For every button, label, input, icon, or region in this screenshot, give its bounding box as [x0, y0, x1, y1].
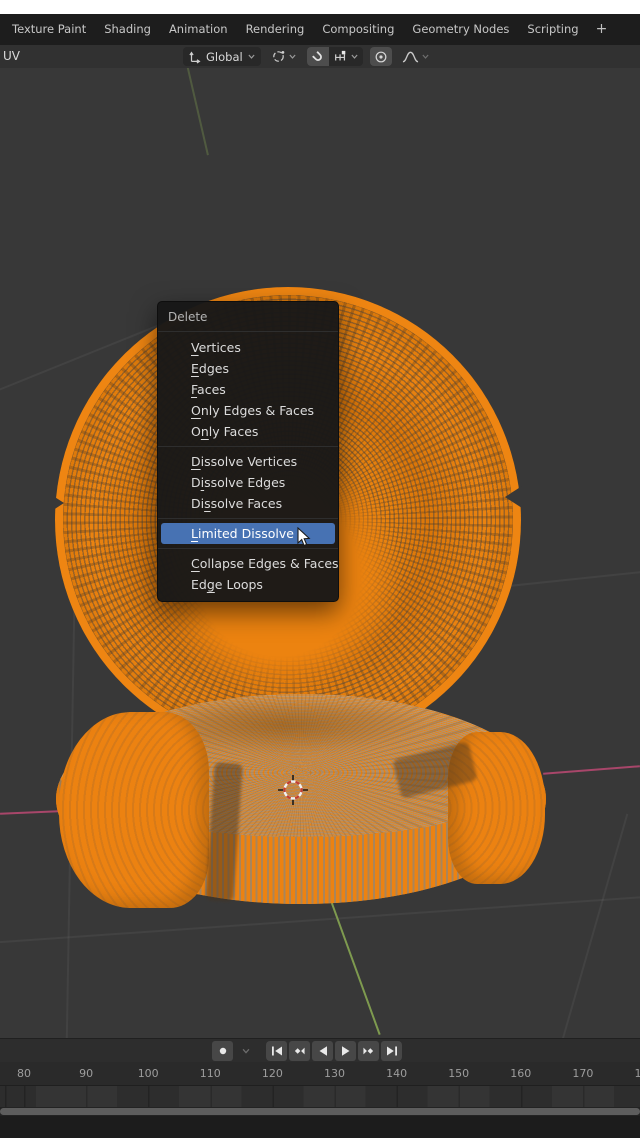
transform-orientation-dropdown[interactable]: Global — [183, 47, 261, 66]
pivot-point-icon — [271, 49, 286, 64]
workspace-tab-geometry-nodes[interactable]: Geometry Nodes — [403, 14, 518, 45]
blender-window: Texture PaintShadingAnimationRenderingCo… — [0, 0, 640, 1138]
mouse-cursor — [297, 527, 312, 548]
menu-group: Dissolve VerticesDissolve EdgesDissolve … — [158, 446, 338, 514]
auto-keying-record-button[interactable] — [212, 1041, 233, 1061]
menu-item-dissolve-edges[interactable]: Dissolve Edges — [158, 472, 338, 493]
play-forward-button[interactable] — [335, 1041, 356, 1061]
snap-target-dropdown[interactable] — [329, 47, 363, 66]
workspace-tab-rendering[interactable]: Rendering — [237, 14, 314, 45]
frame-label-150: 150 — [448, 1062, 469, 1086]
menu-item-vertices[interactable]: Vertices — [158, 337, 338, 358]
workspace-tab-scripting[interactable]: Scripting — [518, 14, 587, 45]
menu-item-dissolve-vertices[interactable]: Dissolve Vertices — [158, 451, 338, 472]
add-workspace-button[interactable]: + — [588, 14, 616, 45]
workspace-tab-animation[interactable]: Animation — [160, 14, 237, 45]
menu-group: Collapse Edges & FacesEdge Loops — [158, 548, 338, 595]
workspace-tabs: Texture PaintShadingAnimationRenderingCo… — [3, 14, 588, 45]
editor-type-label: UV — [3, 49, 20, 63]
menu-item-only-faces[interactable]: Only Faces — [158, 421, 338, 442]
context-menu-title: Delete — [158, 302, 338, 332]
frame-label-160: 160 — [510, 1062, 531, 1086]
chevron-down-icon — [421, 52, 430, 61]
grid-line — [544, 814, 628, 1038]
bottom-panel — [0, 1116, 640, 1138]
chevron-down-icon — [288, 52, 297, 61]
play-reverse-button[interactable] — [312, 1041, 333, 1061]
snap-increment-icon — [333, 50, 348, 64]
proportional-editing-toggle[interactable] — [370, 47, 392, 66]
y-axis-line — [186, 68, 209, 155]
frame-label-120: 120 — [262, 1062, 283, 1086]
3d-cursor — [273, 770, 313, 810]
menu-item-dissolve-faces[interactable]: Dissolve Faces — [158, 493, 338, 514]
timeline-scrollbar[interactable] — [0, 1107, 640, 1116]
previous-keyframe-button[interactable] — [289, 1041, 310, 1061]
menu-item-edges[interactable]: Edges — [158, 358, 338, 379]
context-menu-items: VerticesEdgesFacesOnly Edges & FacesOnly… — [158, 332, 338, 601]
delete-context-menu: Delete VerticesEdgesFacesOnly Edges & Fa… — [157, 301, 339, 602]
menu-item-only-edges-faces[interactable]: Only Edges & Faces — [158, 400, 338, 421]
workspace-tabbar: Texture PaintShadingAnimationRenderingCo… — [0, 14, 640, 45]
orientation-value: Global — [206, 50, 243, 64]
menu-item-collapse-edges-faces[interactable]: Collapse Edges & Faces — [158, 553, 338, 574]
3d-viewport[interactable]: Delete VerticesEdgesFacesOnly Edges & Fa… — [0, 68, 640, 1038]
y-axis-line — [331, 903, 380, 1035]
mesh-notch — [47, 492, 64, 514]
x-axis-line — [543, 765, 640, 774]
menu-item-edge-loops[interactable]: Edge Loops — [158, 574, 338, 595]
timeline-ruler[interactable]: 80 90 100 110 120 130 140 150 160 170 180 — [0, 1062, 640, 1086]
frame-label-100: 100 — [138, 1062, 159, 1086]
pivot-point-dropdown[interactable] — [268, 47, 300, 66]
snap-toggle-button[interactable] — [307, 47, 329, 66]
falloff-curve-icon — [402, 50, 419, 64]
menu-group: VerticesEdgesFacesOnly Edges & FacesOnly… — [158, 337, 338, 442]
proportional-editing-icon — [374, 50, 388, 64]
mesh-notch — [505, 486, 522, 508]
viewport-header: UV Global — [0, 45, 640, 68]
playback-controls — [212, 1041, 402, 1061]
jump-to-end-button[interactable] — [381, 1041, 402, 1061]
timeline-channel-strip[interactable] — [0, 1086, 640, 1107]
proportional-falloff-dropdown[interactable] — [399, 47, 433, 66]
snapping-controls — [307, 47, 363, 66]
frame-label-130: 130 — [324, 1062, 345, 1086]
scrollbar-thumb[interactable] — [0, 1108, 640, 1115]
menu-item-faces[interactable]: Faces — [158, 379, 338, 400]
keying-set-dropdown[interactable] — [235, 1041, 256, 1061]
next-keyframe-button[interactable] — [358, 1041, 379, 1061]
frame-label-90: 90 — [79, 1062, 93, 1086]
base-lug-left — [59, 712, 209, 908]
letterbox-top — [0, 0, 640, 14]
timeline-header — [0, 1038, 640, 1062]
frame-label-110: 110 — [200, 1062, 221, 1086]
orientation-axes-icon — [188, 50, 202, 64]
chevron-down-icon — [247, 52, 256, 61]
workspace-tab-compositing[interactable]: Compositing — [313, 14, 403, 45]
transport-buttons — [266, 1041, 402, 1061]
frame-label-180: 180 — [635, 1062, 640, 1086]
frame-label-140: 140 — [386, 1062, 407, 1086]
workspace-tab-texture-paint[interactable]: Texture Paint — [3, 14, 95, 45]
viewport-header-controls: Global — [183, 46, 433, 67]
jump-to-start-button[interactable] — [266, 1041, 287, 1061]
frame-label-80: 80 — [17, 1062, 31, 1086]
frame-label-170: 170 — [572, 1062, 593, 1086]
magnet-icon — [311, 50, 325, 64]
workspace-tab-shading[interactable]: Shading — [95, 14, 160, 45]
chevron-down-icon — [350, 52, 359, 61]
